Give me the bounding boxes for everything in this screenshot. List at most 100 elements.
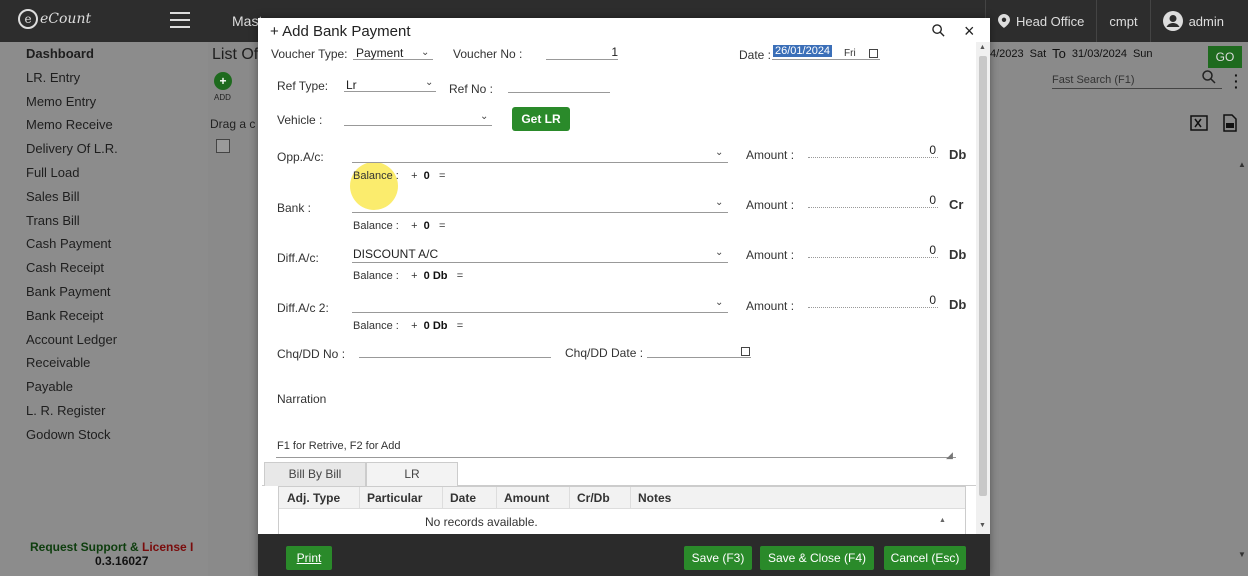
cancel-button[interactable]: Cancel (Esc) (884, 546, 966, 570)
ref-no-input[interactable] (508, 77, 610, 93)
select-all-checkbox[interactable] (216, 139, 230, 153)
version-label: 0.3.16027 (95, 554, 149, 568)
save-button[interactable]: Save (F3) (684, 546, 752, 570)
from-date[interactable]: 4/2023 (990, 48, 1024, 60)
group-drag-hint: Drag a c (210, 117, 256, 131)
voucher-type-value: Payment (356, 46, 404, 60)
ref-type-select[interactable] (344, 76, 436, 92)
chevron-down-icon: ⌄ (480, 111, 489, 122)
col-date[interactable]: Date (450, 491, 476, 505)
col-notes[interactable]: Notes (638, 491, 671, 505)
bank-balance: Balance : + 0 = (353, 220, 446, 232)
close-icon[interactable]: × (964, 21, 975, 42)
bank-select[interactable] (352, 197, 728, 213)
keyboard-hint: F1 for Retrive, F2 for Add (277, 440, 401, 452)
excel-export-icon[interactable] (1190, 114, 1208, 132)
sidebar-item-payable[interactable]: Payable (0, 375, 208, 399)
sidebar-item-trans-bill[interactable]: Trans Bill (0, 209, 208, 233)
get-lr-button[interactable]: Get LR (512, 107, 570, 131)
grid-scroll-up-icon[interactable]: ▲ (939, 517, 946, 524)
opp-account-select[interactable] (352, 147, 728, 163)
dialog-search-icon[interactable] (932, 24, 945, 40)
print-button[interactable]: Print (286, 546, 332, 570)
chq-no-input[interactable] (359, 342, 551, 358)
grid-header: Adj. Type Particular Date Amount Cr/Db N… (279, 487, 965, 509)
tab-bill-by-bill[interactable]: Bill By Bill (264, 462, 366, 486)
more-options-icon[interactable]: · · · (1234, 68, 1239, 94)
col-cr-db[interactable]: Cr/Db (577, 491, 610, 505)
sidebar-item-cash-receipt[interactable]: Cash Receipt (0, 256, 208, 280)
opp-amount-label: Amount : (746, 148, 795, 162)
dialog-scrollbar[interactable]: ▲ ▼ (976, 42, 990, 534)
sidebar-item-bank-payment[interactable]: Bank Payment (0, 280, 208, 304)
add-icon[interactable]: + (214, 72, 232, 90)
bank-drcr[interactable]: Cr (949, 197, 963, 212)
col-particular[interactable]: Particular (367, 491, 422, 505)
diff-drcr[interactable]: Db (949, 247, 966, 262)
sidebar-item-lr-register[interactable]: L. R. Register (0, 399, 208, 423)
resize-handle-icon[interactable]: ◢ (946, 450, 953, 461)
add-label: ADD (214, 93, 231, 102)
col-adj-type[interactable]: Adj. Type (287, 491, 340, 505)
scroll-thumb[interactable] (979, 56, 987, 496)
sidebar-item-cash-payment[interactable]: Cash Payment (0, 232, 208, 256)
opp-balance: Balance : + 0 = (353, 170, 446, 182)
ref-type-value: Lr (346, 78, 357, 92)
sidebar-item-lr-entry[interactable]: LR. Entry (0, 66, 208, 90)
to-label: To (1052, 46, 1066, 61)
add-bank-payment-dialog: + Add Bank Payment × Voucher Type: Payme… (258, 18, 990, 576)
diff-balance: Balance : + 0 Db = (353, 270, 464, 282)
calendar-icon[interactable] (869, 49, 878, 58)
sidebar-item-sales-bill[interactable]: Sales Bill (0, 185, 208, 209)
fast-search-input[interactable]: Fast Search (F1) (1052, 74, 1222, 89)
sidebar-item-receivable[interactable]: Receivable (0, 351, 208, 375)
scroll-down-icon[interactable]: ▼ (979, 522, 986, 529)
diff-account-2-select[interactable] (352, 297, 728, 313)
vehicle-select[interactable] (344, 110, 492, 126)
sidebar-item-delivery-of-lr[interactable]: Delivery Of L.R. (0, 137, 208, 161)
no-records-message: No records available. (425, 515, 538, 529)
voucher-no-value: 1 (611, 45, 618, 59)
sidebar-item-memo-receive[interactable]: Memo Receive (0, 113, 208, 137)
user-menu[interactable]: admin (1149, 0, 1236, 42)
page-scroll-up-icon[interactable]: ▲ (1238, 160, 1246, 169)
bill-by-bill-grid: Adj. Type Particular Date Amount Cr/Db N… (278, 486, 966, 534)
voucher-form: Voucher Type: Payment ⌄ Voucher No : 1 D… (258, 42, 976, 534)
sidebar-item-account-ledger[interactable]: Account Ledger (0, 328, 208, 352)
office-selector[interactable]: Head Office (984, 0, 1096, 42)
chq-date-input[interactable] (647, 342, 751, 358)
sidebar-item-godown-stock[interactable]: Godown Stock (0, 423, 208, 447)
dialog-title: + Add Bank Payment (270, 23, 411, 40)
company-selector[interactable]: cmpt (1096, 0, 1149, 42)
sidebar-item-memo-entry[interactable]: Memo Entry (0, 90, 208, 114)
chevron-down-icon: ⌄ (715, 147, 724, 158)
opp-drcr[interactable]: Db (949, 147, 966, 162)
go-button[interactable]: GO (1208, 46, 1242, 68)
sidebar-item-bank-receipt[interactable]: Bank Receipt (0, 304, 208, 328)
scroll-up-icon[interactable]: ▲ (979, 44, 986, 51)
page-title: List Of (212, 46, 259, 63)
sidebar-item-dashboard[interactable]: Dashboard (0, 42, 208, 66)
diff2-drcr[interactable]: Db (949, 297, 966, 312)
opp-account-label: Opp.A/c: (277, 150, 324, 164)
hamburger-menu-icon[interactable] (170, 12, 190, 28)
pdf-export-icon[interactable] (1222, 114, 1238, 132)
request-support-link[interactable]: Request Support & License I (30, 540, 193, 554)
sidebar-item-full-load[interactable]: Full Load (0, 161, 208, 185)
voucher-type-label: Voucher Type: (271, 47, 348, 61)
to-date[interactable]: 31/03/2024 (1072, 48, 1127, 60)
bank-label: Bank : (277, 201, 312, 215)
user-label: admin (1188, 13, 1224, 29)
from-day: Sat (1029, 47, 1047, 60)
page-scroll-down-icon[interactable]: ▼ (1238, 550, 1246, 559)
date-day: Fri (844, 48, 856, 59)
license-link[interactable]: License I (142, 540, 193, 554)
tab-lr[interactable]: LR (366, 462, 458, 486)
app-logo[interactable]: e eCount (18, 9, 128, 33)
office-label: Head Office (1015, 13, 1085, 29)
search-icon[interactable] (1202, 70, 1216, 87)
col-amount[interactable]: Amount (504, 491, 549, 505)
save-close-button[interactable]: Save & Close (F4) (760, 546, 874, 570)
calendar-icon[interactable] (741, 347, 750, 356)
vehicle-label: Vehicle : (277, 113, 323, 127)
